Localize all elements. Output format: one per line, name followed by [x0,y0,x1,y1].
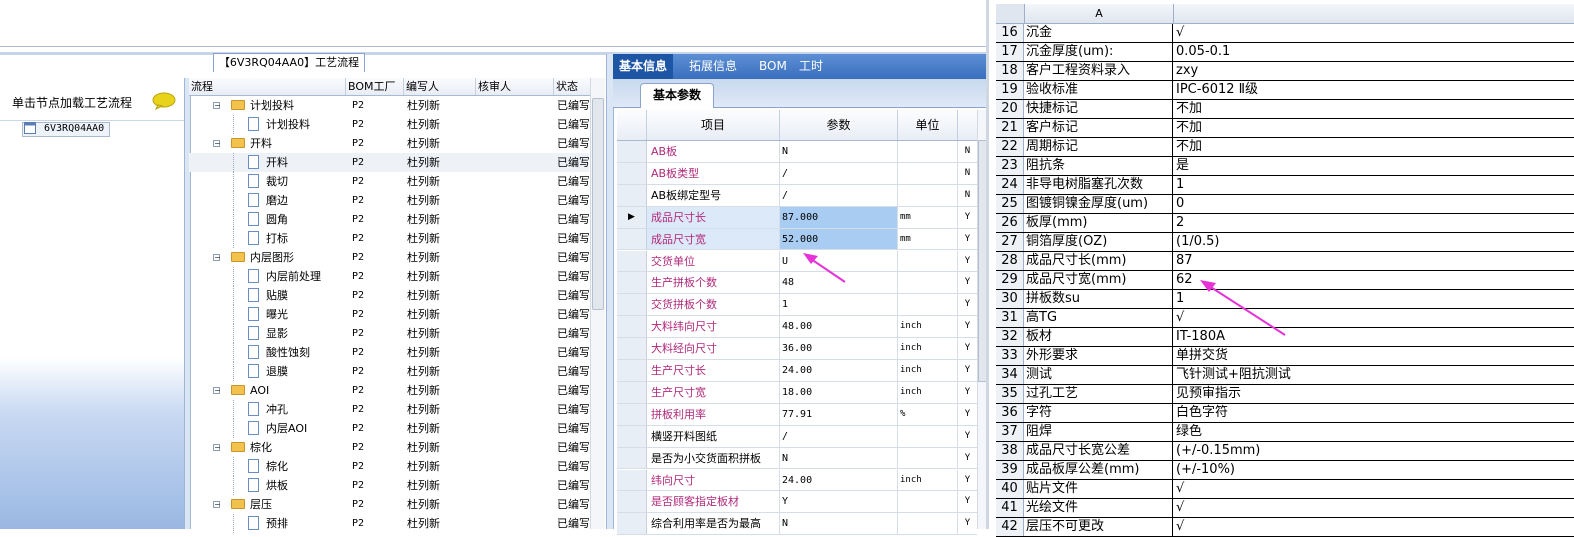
arrow-annotation-param [803,253,846,283]
annotation-layer [803,253,1286,336]
arrow-annotation-sheet [1200,280,1286,336]
